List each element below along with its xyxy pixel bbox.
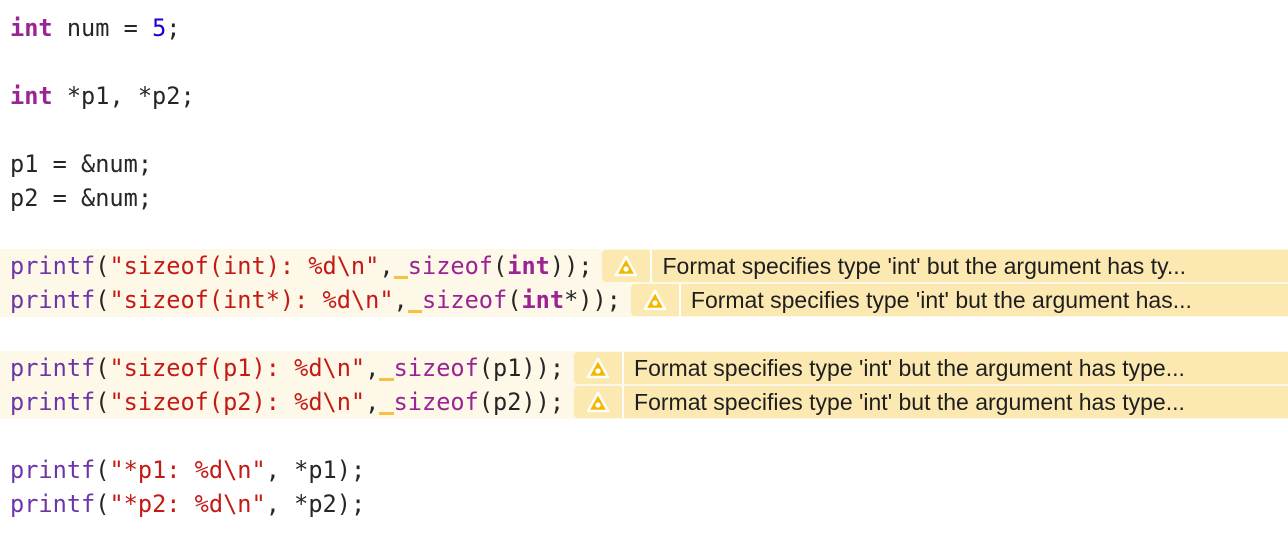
- code-token: "sizeof(p1): %d\n": [109, 354, 366, 382]
- warning-triangle-icon[interactable]: [574, 386, 625, 418]
- code-text: printf("sizeof(p1): %d\n", sizeof(p1));: [0, 354, 564, 382]
- code-line[interactable]: p1 = &num;: [0, 147, 1288, 181]
- warning-triangle-icon[interactable]: [631, 284, 681, 316]
- code-token: 5: [152, 14, 167, 42]
- code-line[interactable]: [0, 317, 1288, 351]
- code-token: int: [507, 252, 550, 280]
- warning-message: Format specifies type 'int' but the argu…: [690, 286, 1192, 313]
- code-line[interactable]: printf("*p2: %d\n", *p2);: [0, 487, 1288, 521]
- code-text: printf("*p1: %d\n", *p1);: [0, 456, 365, 484]
- code-token: (: [95, 490, 110, 518]
- code-token: ));: [549, 252, 593, 280]
- code-token: (: [507, 286, 522, 314]
- warning-triangle-icon[interactable]: [602, 250, 653, 282]
- fixit-marker[interactable]: [379, 392, 394, 415]
- code-token: (p2));: [478, 388, 565, 416]
- code-token: "sizeof(p2): %d\n": [109, 388, 366, 416]
- code-token: "*p1: %d\n": [109, 456, 266, 484]
- code-token: ;: [166, 14, 181, 42]
- warning-annotation[interactable]: Format specifies type 'int' but the argu…: [574, 352, 1288, 384]
- code-text: printf("sizeof(int*): %d\n", sizeof(int*…: [0, 286, 621, 314]
- warning-message: Format specifies type 'int' but the argu…: [634, 388, 1185, 415]
- code-token: sizeof: [407, 252, 494, 280]
- code-token: (: [95, 354, 110, 382]
- code-token: printf: [10, 388, 96, 416]
- code-token: int: [521, 286, 565, 314]
- code-token: ,: [365, 354, 380, 382]
- code-text: int num = 5;: [0, 14, 181, 42]
- code-line[interactable]: printf("*p1: %d\n", *p1);: [0, 453, 1288, 487]
- code-token: printf: [10, 286, 96, 314]
- code-line[interactable]: printf("sizeof(int*): %d\n", sizeof(int*…: [0, 283, 1288, 317]
- code-token: ,: [379, 252, 394, 280]
- warning-message: Format specifies type 'int' but the argu…: [662, 252, 1187, 279]
- code-token: sizeof: [393, 388, 479, 416]
- code-token: (: [493, 252, 508, 280]
- code-token: int: [10, 14, 53, 42]
- warning-triangle-icon[interactable]: [574, 352, 625, 384]
- code-token: ,: [365, 388, 380, 416]
- code-editor[interactable]: int num = 5; int *p1, *p2; p1 = &num; p2 = …: [0, 11, 1288, 521]
- code-token: int: [10, 82, 53, 110]
- warning-annotation[interactable]: Format specifies type 'int' but the argu…: [630, 284, 1288, 316]
- code-text: printf("*p2: %d\n", *p2);: [0, 490, 365, 518]
- code-line[interactable]: [0, 419, 1288, 453]
- code-token: sizeof: [421, 286, 508, 314]
- code-token: sizeof: [393, 354, 479, 382]
- fixit-marker[interactable]: [407, 290, 422, 313]
- code-token: , *p1);: [265, 456, 366, 484]
- code-token: (: [95, 286, 110, 314]
- code-token: (: [95, 388, 110, 416]
- code-token: (p1));: [478, 354, 565, 382]
- code-token: printf: [10, 354, 96, 382]
- code-line[interactable]: int *p1, *p2;: [0, 79, 1288, 113]
- code-token: (: [95, 456, 110, 484]
- code-token: printf: [10, 456, 96, 484]
- code-line[interactable]: printf("sizeof(int): %d\n", sizeof(int))…: [0, 249, 1288, 283]
- code-token: p2 = &num;: [10, 184, 153, 212]
- warning-annotation[interactable]: Format specifies type 'int' but the argu…: [602, 250, 1288, 282]
- code-token: *p1, *p2;: [52, 82, 195, 110]
- code-line[interactable]: printf("sizeof(p1): %d\n", sizeof(p1)); …: [0, 351, 1288, 385]
- code-line[interactable]: p2 = &num;: [0, 181, 1288, 215]
- code-line[interactable]: printf("sizeof(p2): %d\n", sizeof(p2)); …: [0, 385, 1288, 419]
- code-token: printf: [10, 252, 96, 280]
- code-line[interactable]: [0, 45, 1288, 79]
- code-token: "sizeof(int): %d\n": [109, 252, 380, 280]
- code-text: p2 = &num;: [0, 184, 152, 212]
- code-text: p1 = &num;: [0, 150, 152, 178]
- code-line[interactable]: int num = 5;: [0, 11, 1288, 45]
- code-token: *));: [564, 286, 621, 314]
- warning-message: Format specifies type 'int' but the argu…: [634, 354, 1185, 381]
- code-line[interactable]: [0, 113, 1288, 147]
- warning-annotation[interactable]: Format specifies type 'int' but the argu…: [574, 386, 1288, 418]
- code-token: (: [95, 252, 110, 280]
- fixit-marker[interactable]: [393, 256, 408, 279]
- code-token: num =: [52, 14, 153, 42]
- code-token: ,: [393, 286, 408, 314]
- code-token: p1 = &num;: [10, 150, 153, 178]
- code-token: "sizeof(int*): %d\n": [109, 286, 394, 314]
- code-text: printf("sizeof(p2): %d\n", sizeof(p2));: [0, 388, 564, 416]
- code-token: "*p2: %d\n": [109, 490, 266, 518]
- fixit-marker[interactable]: [379, 358, 394, 381]
- code-token: printf: [10, 490, 96, 518]
- code-text: printf("sizeof(int): %d\n", sizeof(int))…: [0, 252, 592, 280]
- code-token: , *p2);: [265, 490, 366, 518]
- code-text: int *p1, *p2;: [0, 82, 195, 110]
- code-line[interactable]: [0, 215, 1288, 249]
